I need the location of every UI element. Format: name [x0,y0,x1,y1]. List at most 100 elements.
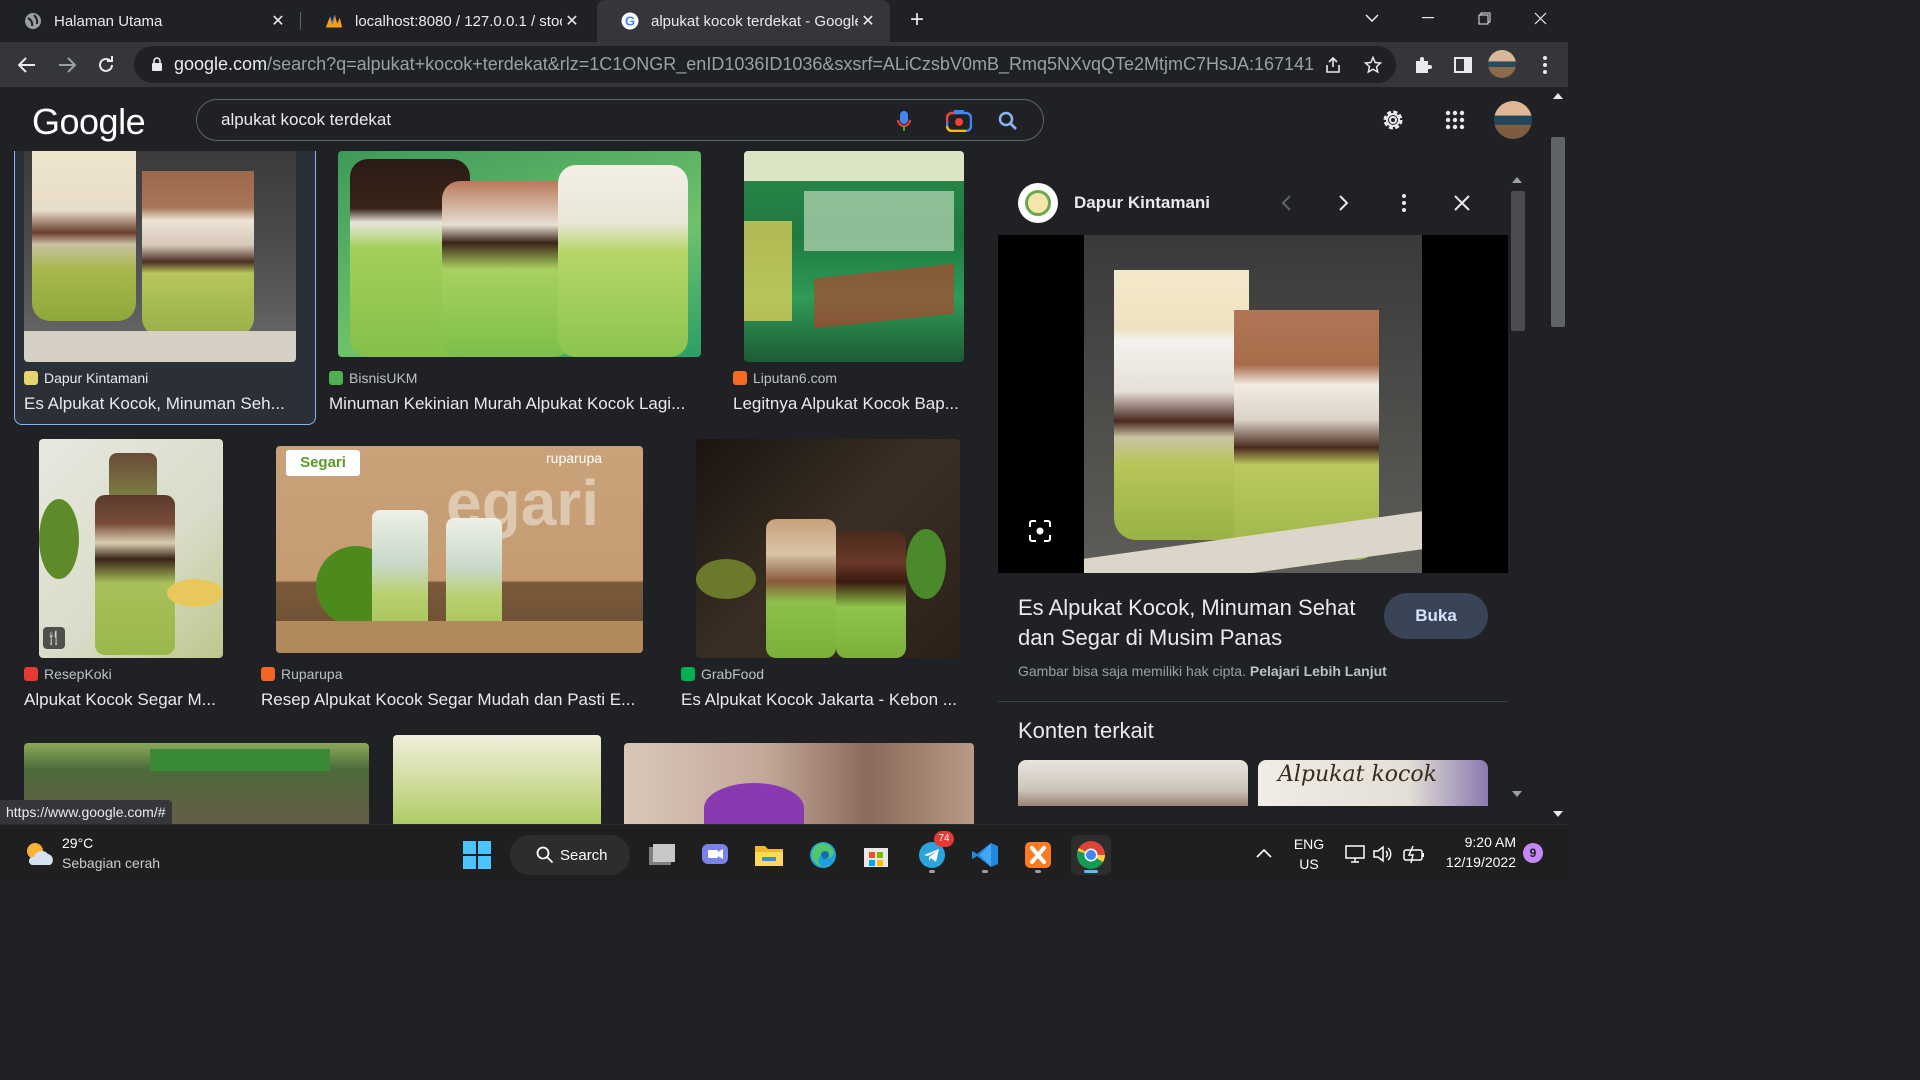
result-card[interactable]: Liputan6.com Legitnya Alpukat Kocok Bap.… [733,151,973,421]
result-thumbnail[interactable] [24,151,296,362]
search-icon [536,846,554,864]
restore-button[interactable] [1456,0,1512,36]
forward-button[interactable] [52,50,82,80]
lock-icon[interactable] [146,57,168,72]
source-favicon[interactable] [1018,183,1058,223]
next-image-icon[interactable] [1332,191,1356,215]
share-icon[interactable] [1322,54,1344,76]
vscode-icon[interactable] [965,835,1005,875]
result-card[interactable]: Segari ruparupa egari Ruparupa Resep Alp… [261,439,651,717]
result-thumbnail[interactable] [744,151,964,362]
result-title[interactable]: Es Alpukat Kocok Jakarta - Kebon ... [681,690,971,710]
network-icon[interactable] [1344,843,1366,865]
result-source[interactable]: GrabFood [681,666,764,682]
close-window-button[interactable] [1512,0,1568,36]
preview-image[interactable] [1084,235,1422,573]
profile-avatar[interactable] [1488,50,1516,78]
google-apps-icon[interactable] [1440,105,1470,135]
panel-source-name[interactable]: Dapur Kintamani [1074,193,1210,213]
show-hidden-icons-chevron[interactable] [1256,845,1276,861]
related-thumbnail[interactable] [1018,760,1248,806]
tab-phpmyadmin[interactable]: localhost:8080 / 127.0.0.1 / stock ✕ [301,0,594,42]
result-thumbnail[interactable] [338,151,701,357]
result-card[interactable]: Dapur Kintamani Es Alpukat Kocok, Minuma… [24,151,304,421]
tab-search-button[interactable] [1344,0,1400,36]
battery-charging-icon[interactable] [1402,843,1426,865]
weather-temp[interactable]: 29°C [62,835,93,851]
related-thumbnail[interactable]: Alpukat kocok [1258,760,1488,806]
google-logo[interactable]: Google [32,101,146,143]
side-panel-button[interactable] [1448,50,1478,80]
url-text[interactable]: google.com/search?q=alpukat+kocok+terdek… [174,54,1314,75]
microsoft-store-icon[interactable] [856,835,896,875]
result-thumbnail[interactable] [624,743,974,824]
google-lens-icon[interactable] [945,108,973,134]
microphone-icon[interactable] [891,108,917,134]
weather-desc[interactable]: Sebagian cerah [62,855,160,871]
back-button[interactable] [12,50,42,80]
settings-gear-icon[interactable] [1378,105,1408,135]
scrollbar-thumb[interactable] [1511,191,1525,331]
open-button[interactable]: Buka [1384,593,1488,639]
teams-chat-icon[interactable] [695,835,735,875]
task-view-icon[interactable] [642,835,682,875]
result-source[interactable]: BisnisUKM [329,370,417,386]
notification-badge[interactable]: 9 [1523,843,1543,863]
learn-more-link[interactable]: Pelajari Lebih Lanjut [1250,663,1387,679]
result-source[interactable]: Dapur Kintamani [24,370,148,386]
result-title[interactable]: Minuman Kekinian Murah Alpukat Kocok Lag… [329,394,699,414]
telegram-icon[interactable]: 74 [912,831,954,875]
previous-image-icon[interactable] [1274,191,1298,215]
result-thumbnail[interactable]: 🍴 [39,439,223,658]
tab-halaman-utama[interactable]: Halaman Utama ✕ [0,0,300,42]
result-title[interactable]: Alpukat Kocok Segar M... [24,690,239,710]
search-icon[interactable] [995,108,1021,134]
extensions-button[interactable] [1408,50,1438,80]
panel-scrollbar[interactable] [1508,171,1528,806]
result-source[interactable]: ResepKoki [24,666,112,682]
google-lens-search-icon[interactable] [1026,517,1054,545]
clock[interactable]: 9:20 AM 12/19/2022 [1440,834,1516,870]
minimize-button[interactable] [1400,0,1456,36]
close-tab-icon[interactable]: ✕ [858,11,878,31]
bookmark-star-icon[interactable] [1362,54,1384,76]
result-title[interactable]: Es Alpukat Kocok, Minuman Seh... [24,394,296,414]
panel-title[interactable]: Es Alpukat Kocok, Minuman Sehat dan Sega… [1018,593,1368,653]
volume-icon[interactable] [1372,843,1394,865]
close-tab-icon[interactable]: ✕ [268,11,288,31]
start-button[interactable] [457,835,497,875]
xampp-icon[interactable] [1018,835,1058,875]
tab-google-search[interactable]: G alpukat kocok terdekat - Google ✕ [597,0,890,42]
result-card[interactable]: BisnisUKM Minuman Kekinian Murah Alpukat… [329,151,701,421]
result-card[interactable]: GrabFood Es Alpukat Kocok Jakarta - Kebo… [681,439,976,717]
result-thumbnail[interactable]: Segari ruparupa egari [276,446,643,653]
close-panel-icon[interactable] [1450,191,1474,215]
google-account-avatar[interactable] [1494,101,1532,139]
chrome-menu-button[interactable] [1530,50,1560,80]
page-scrollbar[interactable] [1548,87,1568,824]
scrollbar-thumb[interactable] [1551,137,1565,327]
result-source[interactable]: Ruparupa [261,666,343,682]
search-input[interactable] [221,109,861,131]
result-title[interactable]: Legitnya Alpukat Kocok Bap... [733,394,973,414]
result-title[interactable]: Resep Alpukat Kocok Segar Mudah dan Past… [261,690,651,710]
edge-browser-icon[interactable] [803,835,843,875]
chrome-taskbar-icon[interactable] [1071,835,1111,875]
address-bar[interactable]: google.com/search?q=alpukat+kocok+terdek… [134,46,1396,83]
new-tab-button[interactable]: + [904,8,930,34]
result-thumbnail[interactable] [393,735,601,824]
puzzle-icon [1416,57,1432,73]
taskbar-search[interactable]: Search [510,835,630,875]
tab-title: Halaman Utama [54,12,163,30]
close-tab-icon[interactable]: ✕ [562,11,582,31]
search-box[interactable] [196,99,1044,141]
weather-icon[interactable] [22,837,56,871]
reload-button[interactable] [91,50,121,80]
language-indicator[interactable]: ENG US [1293,836,1325,872]
file-explorer-icon[interactable] [749,835,789,875]
result-source[interactable]: Liputan6.com [733,370,837,386]
arrow-right-icon [59,57,76,73]
more-options-icon[interactable] [1392,191,1416,215]
result-thumbnail[interactable] [696,439,960,658]
result-card[interactable]: 🍴 ResepKoki Alpukat Kocok Segar M... [24,439,239,717]
